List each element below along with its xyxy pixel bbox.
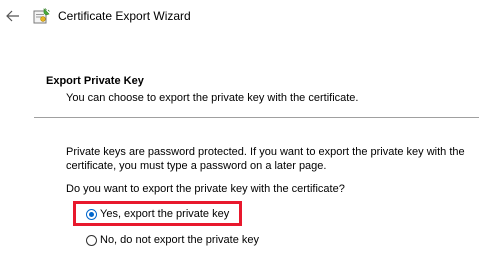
radio-option-no-export[interactable]: No, do not export the private key: [86, 232, 259, 248]
section-header: Export Private Key: [46, 75, 144, 87]
section-subtitle: You can choose to export the private key…: [66, 92, 359, 104]
radio-button-selected[interactable]: [86, 208, 97, 220]
back-button[interactable]: [4, 7, 22, 25]
info-text-line-2: certificate, you must type a password on…: [66, 160, 327, 172]
radio-label-no: No, do not export the private key: [100, 233, 259, 246]
arrow-left-icon: [6, 10, 19, 22]
window-title: Certificate Export Wizard: [58, 9, 191, 23]
certificate-export-wizard-window: Certificate Export Wizard Export Private…: [0, 0, 479, 261]
export-question: Do you want to export the private key wi…: [66, 183, 345, 195]
title-bar: Certificate Export Wizard: [0, 0, 479, 34]
radio-button-unselected[interactable]: [86, 234, 97, 246]
info-text-line-1: Private keys are password protected. If …: [66, 146, 465, 158]
radio-label-yes: Yes, export the private key: [100, 207, 230, 220]
certificate-wizard-icon: [33, 8, 50, 24]
radio-option-yes-export[interactable]: Yes, export the private key: [86, 206, 229, 222]
header-divider: [34, 117, 479, 118]
